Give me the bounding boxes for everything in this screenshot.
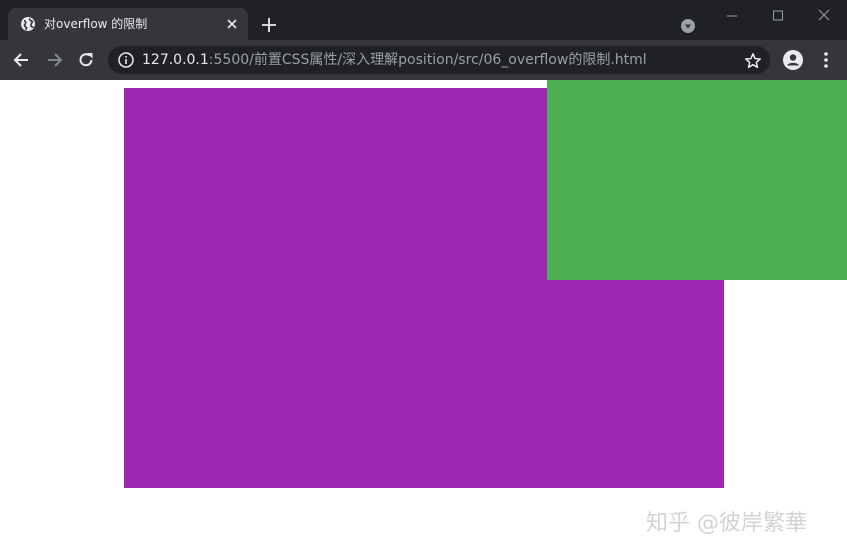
globe-icon <box>21 17 35 31</box>
close-tab-icon[interactable] <box>224 16 240 32</box>
maximize-icon[interactable] <box>766 6 790 26</box>
minimize-icon[interactable] <box>720 6 744 26</box>
active-tab[interactable]: 对overflow 的限制 <box>8 8 248 40</box>
url-text[interactable]: 127.0.0.1:5500/前置CSS属性/深入理解position/src/… <box>142 52 702 68</box>
close-window-icon[interactable] <box>812 6 836 26</box>
tab-search-icon[interactable] <box>680 18 696 34</box>
back-arrow-icon[interactable] <box>12 50 32 70</box>
profile-avatar-icon[interactable] <box>782 49 804 71</box>
watermark-text: 知乎 @彼岸繁華 <box>646 511 807 536</box>
more-menu-icon[interactable] <box>816 50 836 70</box>
toolbar: 127.0.0.1:5500/前置CSS属性/深入理解position/src/… <box>0 40 847 80</box>
new-tab-button[interactable] <box>260 16 278 34</box>
tab-title: 对overflow 的限制 <box>44 17 148 31</box>
reload-icon[interactable] <box>76 50 96 70</box>
address-bar[interactable]: 127.0.0.1:5500/前置CSS属性/深入理解position/src/… <box>108 46 770 74</box>
browser-window: 对overflow 的限制 127.0.0.1:5500/前置CSS属性/深入理… <box>0 0 847 559</box>
green-positioned-box <box>547 80 847 280</box>
url-host: 127.0.0.1 <box>142 52 209 68</box>
url-path: :5500/前置CSS属性/深入理解position/src/06_overfl… <box>208 52 647 68</box>
page-viewport: 知乎 @彼岸繁華 <box>0 80 847 559</box>
bookmark-star-icon[interactable] <box>744 52 762 70</box>
forward-arrow-icon[interactable] <box>44 50 64 70</box>
tab-strip: 对overflow 的限制 <box>0 0 847 40</box>
info-icon[interactable] <box>118 52 134 68</box>
